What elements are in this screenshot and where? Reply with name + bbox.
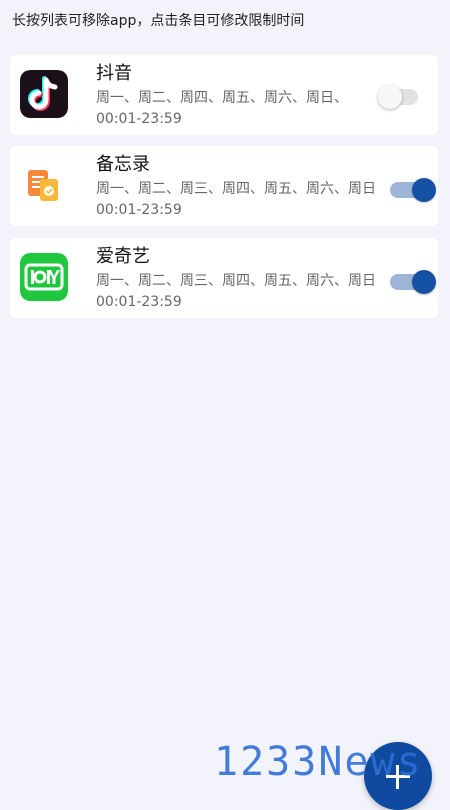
toggle-knob xyxy=(412,178,436,202)
app-toggle-douyin[interactable] xyxy=(378,85,418,109)
page-hint: 长按列表可移除app，点击条目可修改限制时间 xyxy=(12,13,305,29)
app-toggle-iqiyi[interactable] xyxy=(390,270,436,294)
app-list-item-iqiyi[interactable]: 爱奇艺 周一、周二、周三、周四、周五、周六、周日 00:01-23:59 xyxy=(10,238,438,318)
app-days: 周一、周二、周三、周四、周五、周六、周日 xyxy=(96,273,376,289)
app-days: 周一、周二、周四、周五、周六、周日、 xyxy=(96,90,348,106)
app-name: 备忘录 xyxy=(96,154,150,175)
app-time: 00:01-23:59 xyxy=(96,111,182,127)
app-name: 抖音 xyxy=(96,63,132,84)
memo-icon xyxy=(20,161,68,209)
app-name: 爱奇艺 xyxy=(96,246,150,267)
toggle-knob xyxy=(412,270,436,294)
app-list-item-memo[interactable]: 备忘录 周一、周二、周三、周四、周五、周六、周日 00:01-23:59 xyxy=(10,146,438,226)
watermark: 1233News xyxy=(214,739,423,785)
app-time: 00:01-23:59 xyxy=(96,294,182,310)
douyin-icon xyxy=(20,70,68,118)
app-days: 周一、周二、周三、周四、周五、周六、周日 xyxy=(96,181,376,197)
iqiyi-icon xyxy=(20,253,68,301)
app-list-item-douyin[interactable]: 抖音 周一、周二、周四、周五、周六、周日、 00:01-23:59 xyxy=(10,55,438,135)
app-time: 00:01-23:59 xyxy=(96,202,182,218)
toggle-knob xyxy=(378,85,402,109)
app-toggle-memo[interactable] xyxy=(390,178,436,202)
